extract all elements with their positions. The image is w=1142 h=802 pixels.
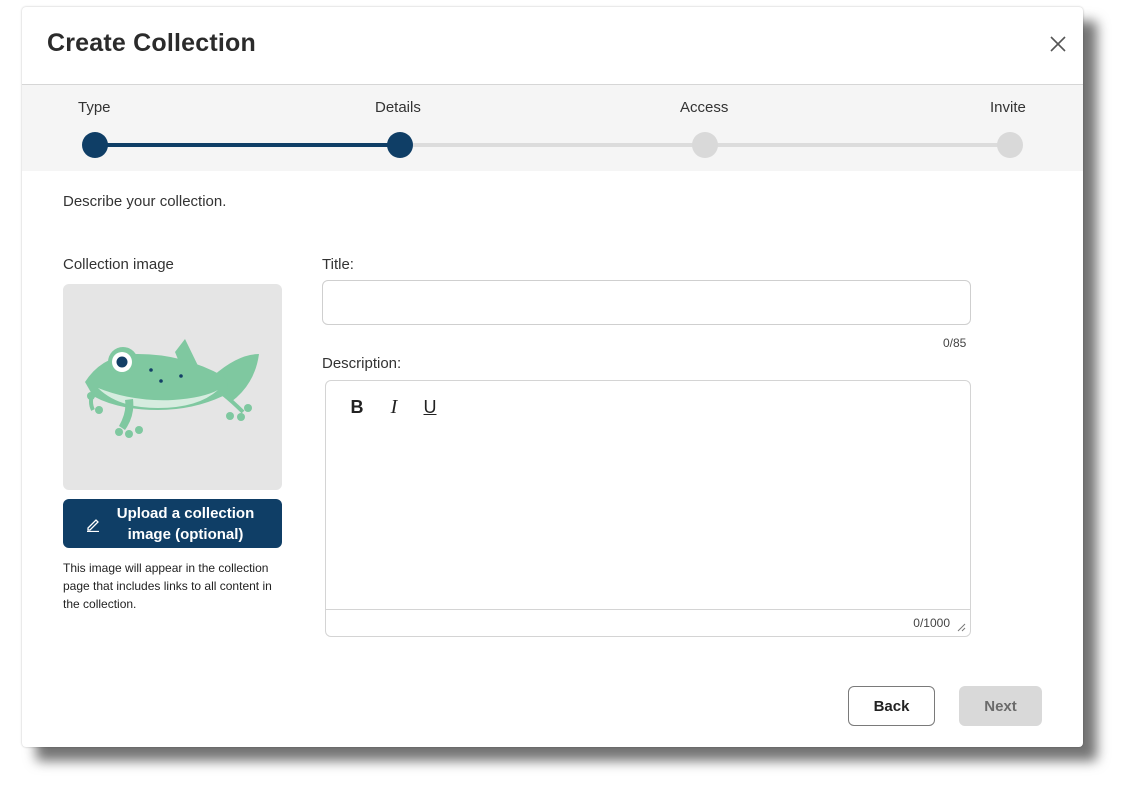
step-dot-access[interactable] <box>692 132 718 158</box>
description-textarea[interactable] <box>326 429 970 610</box>
bold-button[interactable]: B <box>346 395 368 419</box>
step-label-type: Type <box>78 99 111 116</box>
collection-image-label: Collection image <box>63 256 174 273</box>
step-dot-type[interactable] <box>82 132 108 158</box>
progress-stepper: Type Details Access Invite <box>22 85 1083 171</box>
step-dot-details[interactable] <box>387 132 413 158</box>
resize-handle-icon[interactable] <box>956 622 966 632</box>
description-char-counter: 0/1000 <box>913 616 950 630</box>
close-icon[interactable] <box>1047 33 1069 55</box>
create-collection-dialog: Create Collection Type Details Access In… <box>22 7 1083 747</box>
intro-text: Describe your collection. <box>63 193 227 210</box>
italic-button[interactable]: I <box>383 395 405 419</box>
title-label: Title: <box>322 256 354 273</box>
collection-image-preview <box>63 284 282 490</box>
pencil-icon <box>86 518 99 532</box>
back-button[interactable]: Back <box>848 686 935 726</box>
step-label-access: Access <box>680 99 729 116</box>
step-label-details: Details <box>375 99 421 116</box>
title-input[interactable] <box>322 280 971 325</box>
step-connector-completed <box>95 143 400 147</box>
title-char-counter: 0/85 <box>943 336 967 350</box>
description-editor: B I U 0/1000 <box>325 380 971 637</box>
frog-illustration <box>85 339 259 438</box>
dialog-title: Create Collection <box>47 29 257 57</box>
step-label-invite: Invite <box>990 99 1026 116</box>
upload-image-button[interactable]: Upload a collection image (optional) <box>63 499 282 548</box>
image-help-text: This image will appear in the collection… <box>63 561 272 611</box>
next-button[interactable]: Next <box>959 686 1042 726</box>
editor-footer: 0/1000 <box>326 609 970 636</box>
description-label: Description: <box>322 355 402 372</box>
underline-button[interactable]: U <box>419 395 441 419</box>
step-dot-invite[interactable] <box>997 132 1023 158</box>
upload-image-label: Upload a collection image (optional) <box>116 504 255 543</box>
dialog-header: Create Collection <box>22 7 1083 85</box>
